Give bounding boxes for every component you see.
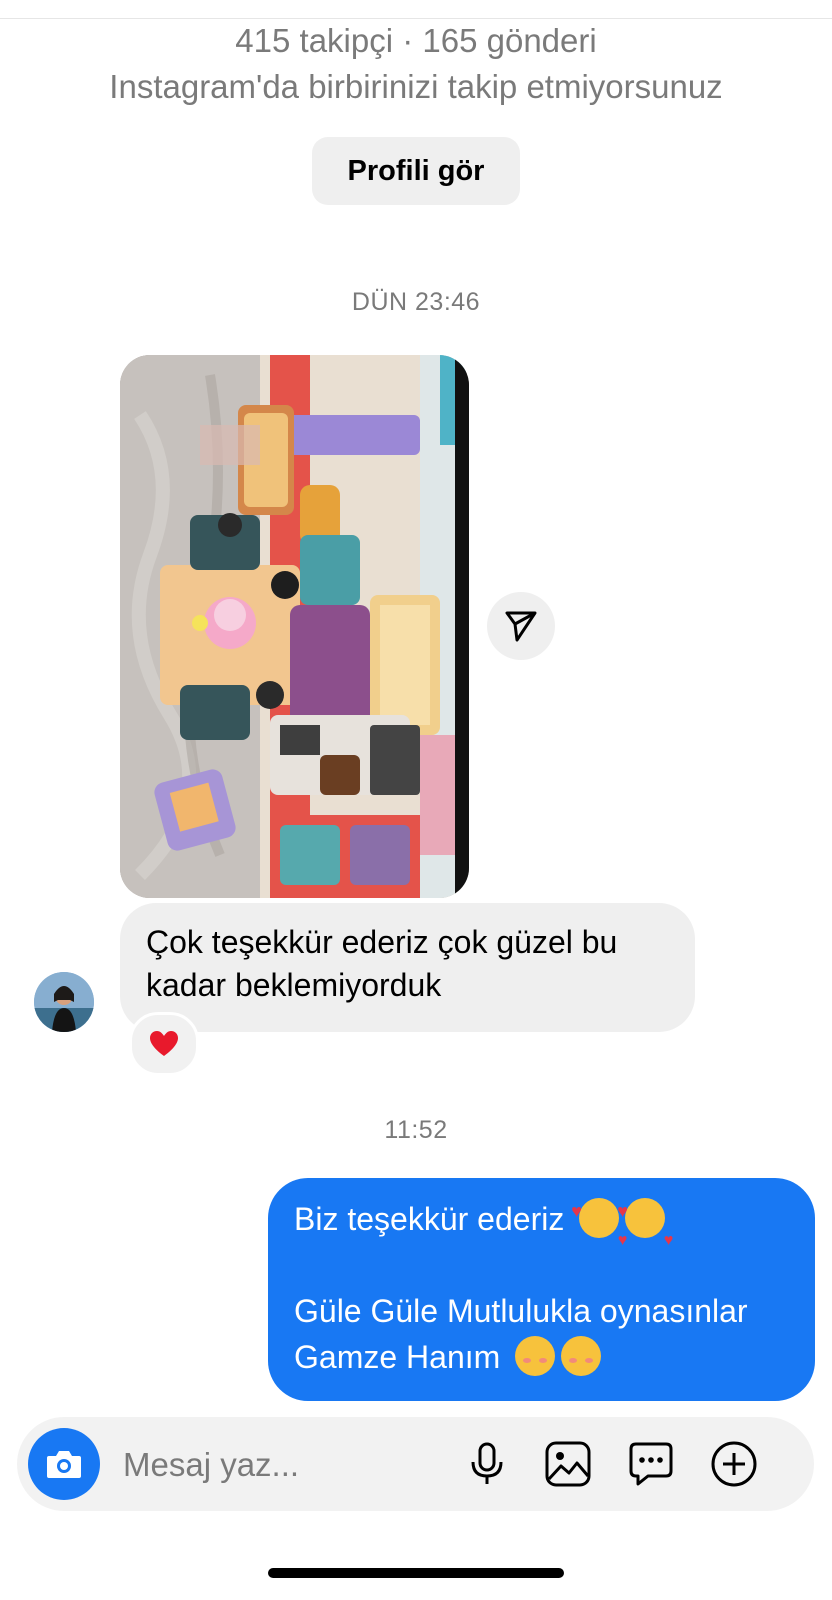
avatar-image [34, 972, 94, 1032]
outgoing-message-line-2: Güle Güle Mutlulukla oynasınlar [294, 1293, 748, 1329]
smiling-face-emoji [561, 1336, 602, 1376]
profile-relation-text: Instagram'da birbirinizi takip etmiyorsu… [109, 68, 723, 105]
message-timestamp: 11:52 [384, 1116, 448, 1144]
outgoing-message-line-3: Gamze Hanım [294, 1334, 789, 1380]
heart-icon [150, 1031, 178, 1056]
gallery-icon [545, 1441, 591, 1487]
outgoing-message-bubble[interactable]: Biz teşekkür ederiz Güle Güle Mutlulukla… [268, 1178, 815, 1401]
incoming-message-line: kadar beklemiyorduk [146, 967, 442, 1003]
profile-stats: 415 takipçi · 165 gönderi [235, 22, 597, 59]
incoming-message-bubble[interactable]: Çok teşekkür ederiz çok güzel bu kadar b… [120, 903, 695, 1032]
share-button[interactable] [487, 592, 555, 660]
microphone-icon [471, 1442, 503, 1484]
top-divider [0, 18, 832, 19]
shared-photo[interactable] [120, 355, 469, 898]
home-indicator[interactable] [268, 1568, 564, 1578]
message-composer [17, 1417, 814, 1511]
outgoing-message-text: Gamze Hanım [294, 1339, 501, 1375]
smiling-face-emoji [515, 1336, 556, 1376]
smiling-face-with-hearts-emoji [617, 1188, 673, 1264]
outgoing-message-text: Biz teşekkür ederiz [294, 1201, 565, 1237]
gallery-button[interactable] [541, 1437, 595, 1491]
incoming-message-line: Çok teşekkür ederiz çok güzel bu [146, 924, 618, 960]
camera-icon [47, 1451, 81, 1478]
add-button[interactable] [707, 1437, 761, 1491]
sender-avatar[interactable] [34, 972, 94, 1032]
view-profile-button[interactable]: Profili gör [312, 137, 520, 205]
sticker-button[interactable] [624, 1437, 678, 1491]
message-timestamp: DÜN 23:46 [351, 288, 481, 316]
outgoing-message-line-1: Biz teşekkür ederiz [294, 1188, 789, 1264]
sticker-chat-icon [629, 1442, 673, 1486]
toy-house-photo-image [120, 355, 469, 898]
smiling-face-with-hearts-emoji [571, 1188, 627, 1264]
microphone-button[interactable] [460, 1437, 514, 1491]
camera-button[interactable] [28, 1428, 100, 1500]
message-reaction[interactable] [129, 1012, 199, 1076]
plus-icon [711, 1441, 757, 1487]
paper-plane-icon [505, 611, 537, 642]
message-input[interactable] [121, 1441, 455, 1489]
